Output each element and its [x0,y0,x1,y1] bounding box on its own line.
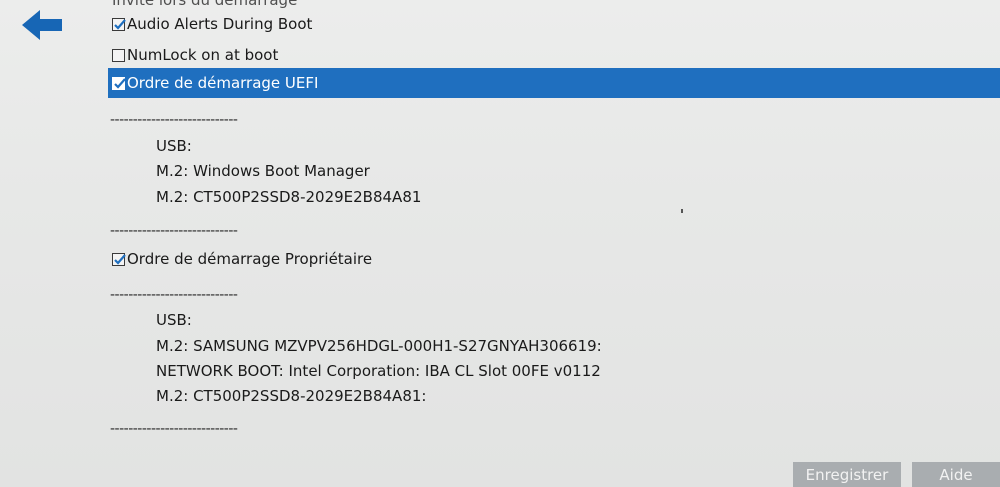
checkmark-icon [114,253,126,265]
legacy-order-option[interactable]: Ordre de démarrage Propriétaire [112,246,372,272]
uefi-order-option[interactable]: Ordre de démarrage UEFI [108,68,1000,98]
audio-alerts-label: Audio Alerts During Boot [127,15,313,33]
back-button[interactable] [22,8,64,42]
separator: ---------------------------- [110,223,238,239]
legacy-device-ct500[interactable]: M.2: CT500P2SSD8-2029E2B84A81: [156,387,426,405]
legacy-order-checkbox[interactable] [112,252,126,266]
checkmark-icon [114,77,126,89]
uefi-order-checkbox[interactable] [112,76,126,90]
checkmark-icon [114,18,126,30]
save-button[interactable]: Enregistrer [793,462,901,487]
numlock-checkbox[interactable] [112,48,125,62]
numlock-label: NumLock on at boot [127,46,279,64]
separator: ---------------------------- [110,112,238,128]
separator: ---------------------------- [110,421,238,437]
legacy-device-usb[interactable]: USB: [156,311,192,329]
screen-speck [681,209,683,213]
uefi-device-windows-boot-manager[interactable]: M.2: Windows Boot Manager [156,162,370,180]
numlock-option[interactable]: NumLock on at boot [112,42,278,68]
cutoff-setting-row[interactable]: Invite lors du démarrage [112,0,298,9]
legacy-device-samsung[interactable]: M.2: SAMSUNG MZVPV256HDGL-000H1-S27GNYAH… [156,337,602,355]
back-arrow-icon [22,10,62,40]
uefi-device-usb[interactable]: USB: [156,137,192,155]
uefi-order-label: Ordre de démarrage UEFI [127,74,319,92]
separator: ---------------------------- [110,287,238,303]
uefi-device-ct500[interactable]: M.2: CT500P2SSD8-2029E2B84A81 [156,188,421,206]
help-button[interactable]: Aide [912,462,1000,487]
legacy-device-network-boot[interactable]: NETWORK BOOT: Intel Corporation: IBA CL … [156,362,601,380]
audio-alerts-checkbox[interactable] [112,17,126,31]
audio-alerts-option[interactable]: Audio Alerts During Boot [112,11,312,37]
cutoff-setting-label: Invite lors du démarrage [112,0,298,9]
legacy-order-label: Ordre de démarrage Propriétaire [127,250,373,268]
